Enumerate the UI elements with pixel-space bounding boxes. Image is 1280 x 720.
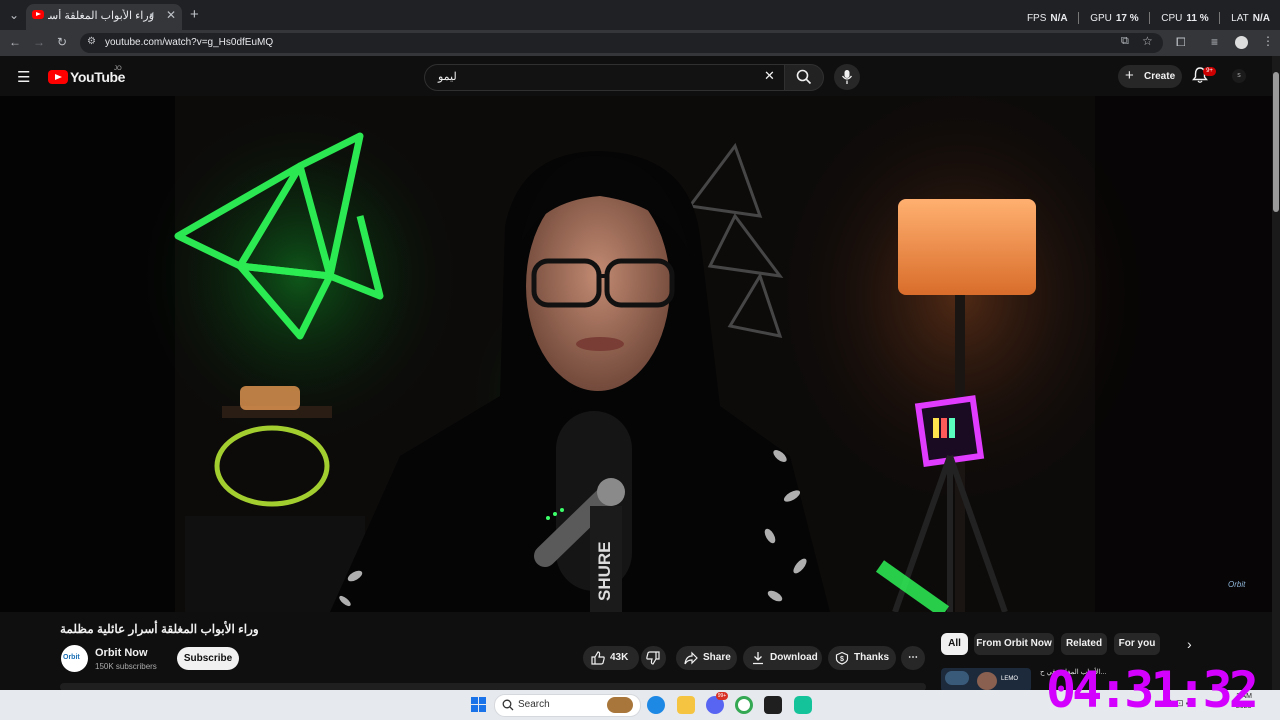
chrome-menu-icon[interactable]: ⋮ <box>1262 34 1274 48</box>
back-icon[interactable]: ← <box>9 35 21 49</box>
plus-icon: + <box>1125 67 1134 84</box>
search-icon <box>796 69 812 85</box>
app-icon[interactable] <box>794 696 812 714</box>
recommended-thumb-label: LEMO <box>1001 676 1019 682</box>
chip-all[interactable]: All <box>941 633 968 655</box>
voice-search-button[interactable] <box>834 64 860 90</box>
search-query[interactable]: ليمو <box>438 70 457 83</box>
close-tab-icon[interactable]: ✕ <box>166 8 176 22</box>
fps-label: FPS <box>1026 12 1047 24</box>
subscriber-count: 150K subscribers <box>95 662 157 671</box>
more-icon: ⋯ <box>908 652 918 663</box>
gpu-value: 17 % <box>1115 12 1139 24</box>
taskbar-search-label: Search <box>518 699 550 710</box>
clear-search-icon[interactable]: ✕ <box>764 68 775 84</box>
like-button[interactable]: 43K <box>583 646 639 670</box>
download-icon <box>753 652 763 665</box>
youtube-logo-icon[interactable] <box>48 70 68 84</box>
recommended-thumbnail[interactable]: LEMO <box>941 668 1031 692</box>
discord-badge: 99+ <box>716 692 728 700</box>
dislike-button[interactable] <box>641 646 666 670</box>
video-title: وراء الأبواب المغلقة أسرار عائلية مظلمة <box>60 622 259 636</box>
notification-badge: 9+ <box>1203 67 1216 76</box>
reading-list-icon[interactable]: ≡ <box>1211 35 1218 49</box>
svg-text:$: $ <box>840 656 844 663</box>
chevron-right-icon[interactable]: › <box>1187 636 1192 652</box>
channel-avatar[interactable]: Orbit <box>61 645 88 672</box>
channel-name[interactable]: Orbit Now <box>95 647 148 659</box>
download-label: Download <box>770 652 818 663</box>
thanks-button[interactable]: $ Thanks <box>828 646 896 670</box>
url-text[interactable]: youtube.com/watch?v=g_Hs0dfEuMQ <box>105 37 273 48</box>
channel-logo-text: Orbit <box>63 654 80 661</box>
cpu-label: CPU <box>1161 12 1183 24</box>
search-button[interactable] <box>784 64 824 91</box>
search-input[interactable] <box>424 64 785 91</box>
microphone-icon <box>841 70 853 84</box>
edge-browser-icon[interactable] <box>647 696 665 714</box>
cast-icon[interactable]: ⧉ <box>1121 35 1129 48</box>
browser-tab[interactable]: وراء الأبواب المغلقة أسرار (34) 🔈︎ ✕ <box>26 4 182 30</box>
share-icon <box>684 651 698 665</box>
gpu-label: GPU <box>1090 12 1112 24</box>
taskbar-search-box[interactable] <box>494 694 641 717</box>
channel-watermark: Orbit <box>1228 580 1246 589</box>
share-button[interactable]: Share <box>676 646 737 670</box>
subscribe-button[interactable]: Subscribe <box>177 647 239 670</box>
chip-from-channel[interactable]: From Orbit Now <box>974 633 1054 655</box>
thanks-heart-icon: $ <box>835 651 849 665</box>
download-button[interactable]: Download <box>743 646 822 670</box>
thumbs-up-icon <box>591 651 605 665</box>
new-tab-icon[interactable]: + <box>190 6 199 23</box>
extensions-icon[interactable]: ⧠ <box>1176 35 1186 50</box>
search-highlight-image <box>607 697 633 713</box>
video-frame-image: SHURE <box>0 96 1272 612</box>
more-actions-button[interactable]: ⋯ <box>901 646 925 670</box>
file-explorer-icon[interactable] <box>677 696 695 714</box>
reload-icon[interactable]: ↻ <box>57 35 67 49</box>
chip-for-you[interactable]: For you <box>1114 633 1160 655</box>
lat-value: N/A <box>1252 12 1270 24</box>
tab-search-icon[interactable]: ⌄ <box>9 8 19 22</box>
thanks-label: Thanks <box>854 652 890 663</box>
youtube-favicon-icon <box>32 10 44 19</box>
lat-label: LAT <box>1231 12 1249 24</box>
video-player[interactable]: SHURE Orbit <box>0 96 1272 612</box>
terminal-icon[interactable] <box>764 696 782 714</box>
hamburger-menu-icon[interactable]: ☰ <box>17 68 30 86</box>
create-label: Create <box>1144 71 1176 82</box>
account-avatar[interactable]: s <box>1232 69 1246 83</box>
site-info-icon[interactable]: ⚙ <box>87 36 96 47</box>
taskbar-search-icon <box>502 699 514 711</box>
cpu-value: 11 % <box>1186 12 1209 24</box>
overlay-clock: 04:31:32 <box>1046 661 1259 719</box>
share-label: Share <box>703 652 731 663</box>
chrome-icon[interactable] <box>735 696 753 714</box>
scrollbar-thumb[interactable] <box>1273 72 1279 212</box>
country-code: JO <box>114 66 122 72</box>
windows-start-icon[interactable] <box>471 697 486 712</box>
fps-value: N/A <box>1050 12 1068 24</box>
thumbs-down-icon <box>646 651 660 665</box>
like-count: 43K <box>610 652 629 663</box>
speaker-icon[interactable]: 🔈︎ <box>150 9 157 22</box>
tab-title: وراء الأبواب المغلقة أسرار (34) <box>48 10 154 22</box>
profile-icon[interactable] <box>1235 36 1248 49</box>
chip-related[interactable]: Related <box>1061 633 1107 655</box>
performance-overlay: FPS N/A GPU 17 % CPU 11 % LAT N/A <box>1019 12 1270 24</box>
mic-brand-text: SHURE <box>595 541 614 601</box>
forward-icon[interactable]: → <box>33 35 45 49</box>
bookmark-star-icon[interactable]: ☆ <box>1142 34 1153 48</box>
